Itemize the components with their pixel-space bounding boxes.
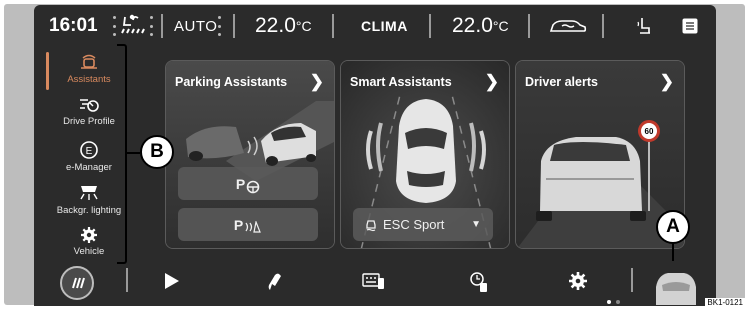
dots-separator	[112, 16, 116, 36]
divider	[161, 14, 163, 38]
ambient-light-icon	[80, 186, 98, 200]
image-code: BK1-0121	[705, 298, 745, 307]
svg-text:E: E	[86, 146, 93, 157]
dots-separator	[217, 16, 221, 36]
page-dot	[616, 300, 620, 304]
home-icon[interactable]	[60, 266, 94, 300]
temp-right[interactable]: 22.0 °C	[452, 5, 509, 47]
park-sensors-button[interactable]: P	[178, 208, 318, 241]
settings-icon[interactable]	[568, 271, 588, 291]
steering-wheel-icon	[246, 180, 260, 193]
callout-bracket-b	[117, 44, 127, 264]
car-airflow-icon[interactable]	[548, 5, 588, 47]
card-title: Smart Assistants	[350, 75, 452, 89]
card-title: Driver alerts	[525, 75, 598, 89]
fuel-icon[interactable]	[468, 271, 490, 293]
temp-left[interactable]: 22.0 °C	[255, 5, 312, 47]
dropdown-arrow-icon: ▼	[471, 219, 481, 230]
car-icon[interactable]	[650, 269, 702, 305]
divider	[429, 14, 431, 38]
drive-profile-icon	[80, 99, 99, 112]
sidebar-item-assistants[interactable]: Assistants	[34, 52, 144, 85]
sidebar-item-label: Backgr. lighting	[56, 205, 122, 216]
divider	[332, 14, 334, 38]
drive-mode-dropdown[interactable]: ESC Sport ▼	[353, 208, 493, 241]
bottom-dock	[34, 255, 716, 306]
vehicle-gear-icon	[81, 227, 97, 243]
divider	[631, 268, 633, 292]
callout-b: B	[140, 135, 174, 169]
park-sensors-label: P	[233, 216, 244, 233]
clock: 16:01	[49, 15, 98, 36]
chevron-right-icon: ❯	[309, 72, 324, 91]
temp-left-unit: °C	[295, 18, 312, 34]
e-manager-icon: E	[80, 141, 98, 159]
clima-button[interactable]: CLIMA	[361, 5, 408, 47]
sidebar-item-label: e-Manager	[66, 162, 112, 173]
speed-limit-sign: 60	[638, 120, 660, 142]
assistants-icon	[81, 54, 97, 69]
fan-airflow-icon[interactable]	[119, 5, 147, 47]
sidebar-item-vehicle[interactable]: Vehicle	[34, 226, 144, 257]
sidebar-item-label: Assistants	[67, 74, 111, 85]
sidebar-item-e-manager[interactable]: E e-Manager	[34, 140, 144, 173]
park-assist-label: P	[235, 175, 246, 192]
callout-a: A	[656, 210, 690, 244]
esc-car-skid-icon	[366, 219, 376, 231]
callout-b-line	[127, 152, 140, 154]
auto-button[interactable]: AUTO	[174, 5, 217, 47]
parking-sensor-icon	[245, 221, 262, 233]
divider	[126, 268, 128, 292]
infotainment-screen: 16:01 AUTO 22.0 °C CLIMA 22.0 °C Assista…	[34, 5, 716, 306]
phone-icon[interactable]	[266, 272, 286, 292]
callout-a-line	[672, 244, 674, 261]
menu-icon[interactable]	[682, 5, 698, 47]
temp-left-value: 22.0	[255, 14, 296, 37]
sidebar-item-backgr-lighting[interactable]: Backgr. lighting	[34, 183, 144, 216]
chevron-right-icon: ❯	[484, 72, 499, 91]
play-icon[interactable]	[164, 272, 180, 290]
card-parking-assistants[interactable]: Parking Assistants ❯ P P	[165, 60, 335, 249]
chevron-right-icon: ❯	[659, 72, 674, 91]
page-dot-active	[607, 300, 611, 304]
keyboard-phone-icon[interactable]	[362, 271, 386, 291]
card-smart-assistants[interactable]: Smart Assistants ❯ ESC Sport ▼	[340, 60, 510, 249]
dots-separator	[149, 16, 153, 36]
temp-right-unit: °C	[492, 18, 509, 34]
top-bar: 16:01 AUTO 22.0 °C CLIMA 22.0 °C	[34, 5, 716, 47]
sidebar-item-drive-profile[interactable]: Drive Profile	[34, 96, 144, 127]
divider	[602, 14, 604, 38]
sidebar-item-label: Drive Profile	[63, 116, 115, 127]
divider	[233, 14, 235, 38]
temp-right-value: 22.0	[452, 14, 493, 37]
drive-mode-value: ESC Sport	[383, 217, 445, 232]
seat-heat-icon[interactable]	[636, 5, 652, 47]
park-assist-button[interactable]: P	[178, 167, 318, 200]
card-title: Parking Assistants	[175, 75, 288, 89]
divider	[528, 14, 530, 38]
